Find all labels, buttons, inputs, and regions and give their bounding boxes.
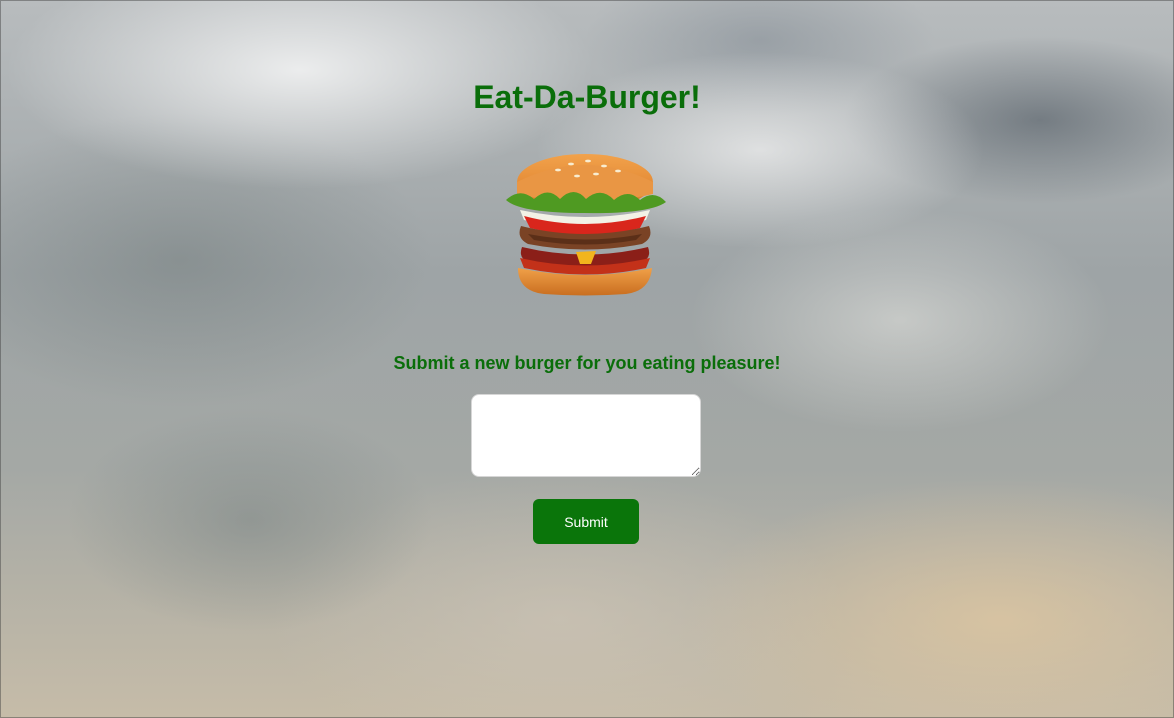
burger-image <box>506 154 666 296</box>
form-instruction: Submit a new burger for you eating pleas… <box>393 353 781 373</box>
main-content: Eat-Da-Burger! Submit a new burger for y… <box>0 0 1174 718</box>
submit-button[interactable]: Submit <box>533 499 639 544</box>
burger-name-input[interactable] <box>471 394 701 477</box>
page-title: Eat-Da-Burger! <box>473 79 701 115</box>
